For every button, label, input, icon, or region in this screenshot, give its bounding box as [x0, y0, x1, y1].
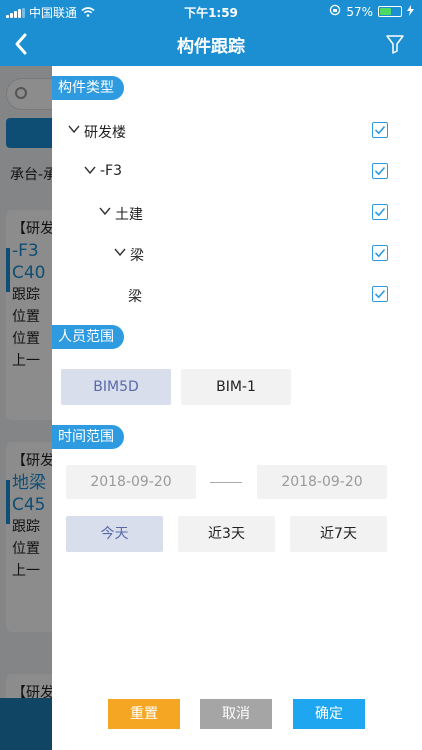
chevron-down-icon[interactable] — [114, 246, 126, 258]
filter-button[interactable] — [386, 34, 404, 54]
status-bar: 中国联通 下午1:59 57% — [0, 0, 422, 22]
person-option-bim5d[interactable]: BIM5D — [61, 369, 171, 405]
section-component-type: 构件类型 — [52, 76, 124, 100]
charging-icon — [407, 4, 414, 19]
orientation-lock-icon — [329, 4, 341, 19]
battery-percent: 57% — [346, 4, 373, 19]
quick-range-3days[interactable]: 近3天 — [178, 516, 275, 552]
top-bar: 中国联通 下午1:59 57% 构件跟踪 — [0, 0, 422, 66]
checkbox[interactable] — [372, 245, 388, 261]
tree-item[interactable]: -F3 — [52, 157, 422, 187]
tree-item-label: 土建 — [115, 207, 143, 223]
check-icon — [374, 166, 386, 176]
chevron-down-icon[interactable] — [68, 123, 80, 135]
date-separator — [210, 482, 242, 483]
check-icon — [374, 125, 386, 135]
chevron-down-icon[interactable] — [84, 164, 96, 176]
section-time-range: 时间范围 — [52, 425, 124, 449]
checkbox[interactable] — [372, 286, 388, 302]
chevron-down-icon[interactable] — [99, 205, 111, 217]
reset-button[interactable]: 重置 — [108, 699, 180, 729]
checkbox[interactable] — [372, 163, 388, 179]
filter-icon — [386, 35, 404, 54]
tree-item[interactable]: 土建 — [52, 198, 422, 228]
check-icon — [374, 289, 386, 299]
tree-item-label: 梁 — [130, 248, 144, 264]
quick-range-today[interactable]: 今天 — [66, 516, 163, 552]
checkbox[interactable] — [372, 204, 388, 220]
person-option-bim-1[interactable]: BIM-1 — [181, 369, 291, 405]
confirm-button[interactable]: 确定 — [293, 699, 365, 729]
cancel-button[interactable]: 取消 — [200, 699, 272, 729]
end-date-field[interactable]: 2018-09-20 — [257, 465, 387, 499]
start-date-field[interactable]: 2018-09-20 — [66, 465, 196, 499]
tree-item[interactable]: 梁 — [52, 280, 422, 310]
check-icon — [374, 207, 386, 217]
page-title: 构件跟踪 — [177, 37, 245, 57]
section-person-range: 人员范围 — [52, 325, 124, 349]
tree-item[interactable]: 研发楼 — [52, 116, 422, 146]
check-icon — [374, 248, 386, 258]
tree-item-label: 梁 — [128, 289, 142, 305]
filter-drawer: 构件类型 研发楼 -F3 土建 梁 梁 人员范围 BIM5D BIM-1 时间范… — [52, 66, 422, 750]
tree-item-label: 研发楼 — [84, 125, 126, 141]
tree-item-label: -F3 — [100, 163, 123, 179]
tree-item[interactable]: 梁 — [52, 239, 422, 269]
battery-icon — [378, 6, 402, 17]
nav-bar: 构件跟踪 — [0, 22, 422, 66]
quick-range-7days[interactable]: 近7天 — [290, 516, 387, 552]
checkbox[interactable] — [372, 122, 388, 138]
